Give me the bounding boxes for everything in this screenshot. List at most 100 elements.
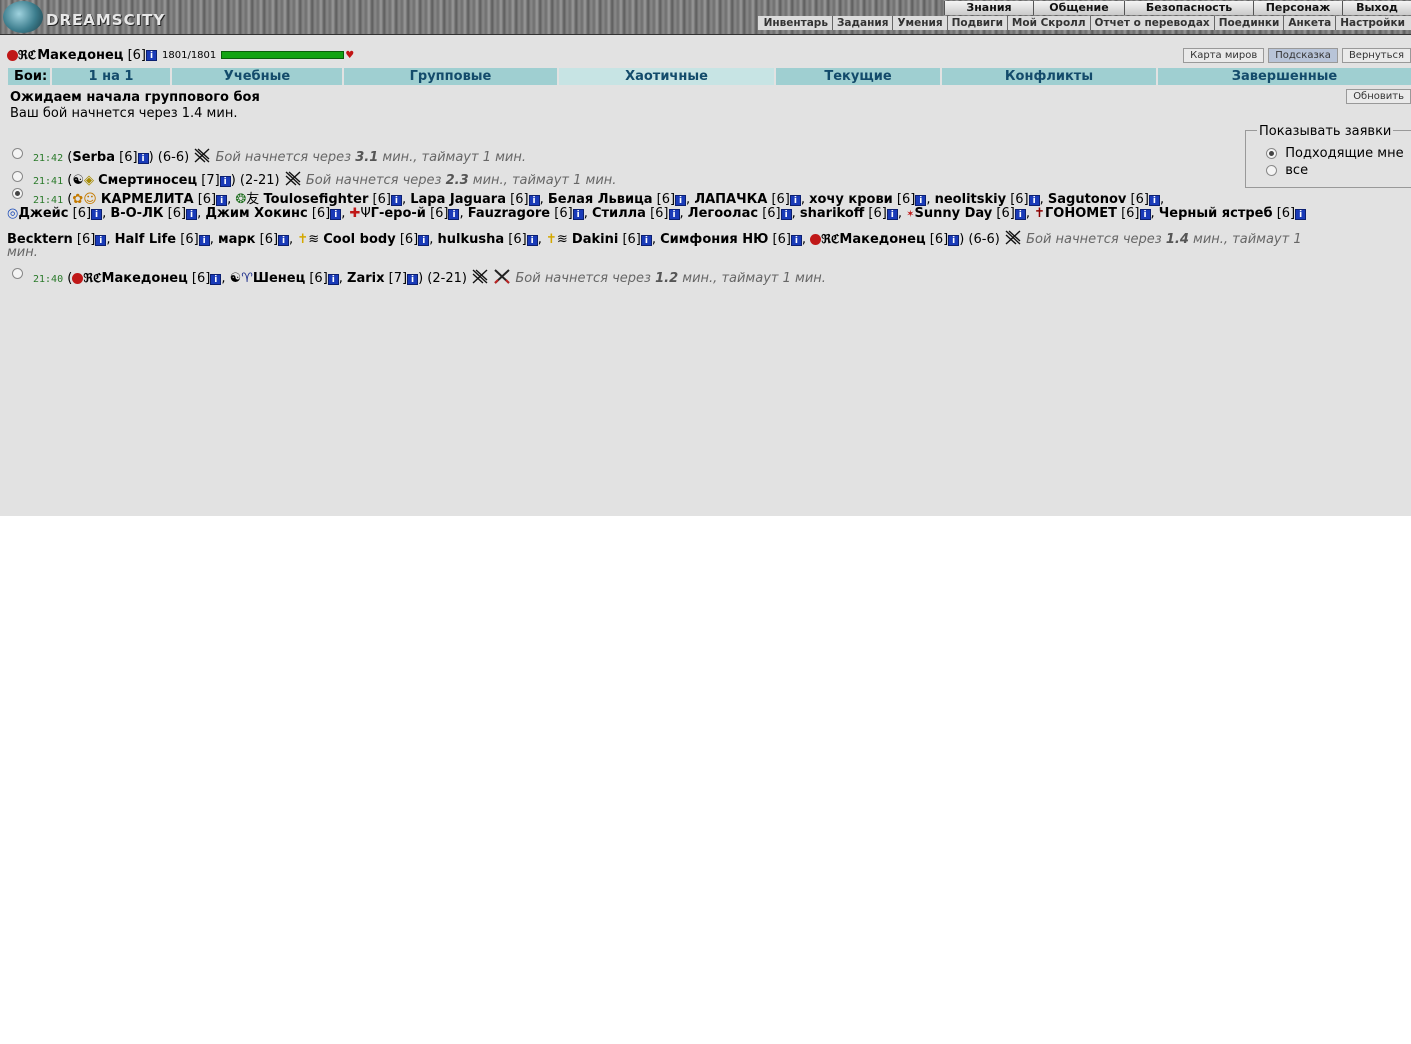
info-icon[interactable]: i [1028,195,1040,206]
info-icon[interactable]: i [210,274,222,285]
info-icon[interactable]: i [95,235,107,246]
battle-select-radio[interactable] [12,148,23,159]
player-name[interactable]: Смертиносец [98,173,197,188]
info-icon[interactable]: i [675,195,687,206]
tab-chaotic[interactable]: Хаотичные [559,68,776,85]
player-name[interactable]: Serba [72,150,115,165]
menu-character[interactable]: Персонаж [1253,1,1342,15]
info-icon[interactable]: i [640,235,652,246]
hint-button[interactable]: Подсказка [1268,48,1338,63]
info-icon[interactable]: i [146,49,157,61]
player-name[interactable]: Г-еро-й [371,206,426,221]
player-name[interactable]: Sagutonov [1048,192,1127,207]
player-name[interactable]: Легоолас [688,206,758,221]
submenu-inventory[interactable]: Инвентарь [760,16,833,30]
info-icon[interactable]: i [790,235,802,246]
player-name[interactable]: sharikoff [800,206,864,221]
player-name[interactable]: Джим Хокинс [205,206,307,221]
refresh-button[interactable]: Обновить [1346,89,1411,104]
info-icon[interactable]: i [1014,209,1026,220]
info-icon[interactable]: i [915,195,927,206]
submenu-profile[interactable]: Анкета [1284,16,1337,30]
player-name[interactable]: Toulosefighter [263,192,368,207]
player-name[interactable]: ГОНОМЕТ [1045,206,1117,221]
tab-1v1[interactable]: 1 на 1 [52,68,172,85]
player-name[interactable]: Симфония НЮ [660,232,768,247]
submenu-transfer-report[interactable]: Отчет о переводах [1091,16,1215,30]
world-map-button[interactable]: Карта миров [1183,48,1265,63]
submenu-quests[interactable]: Задания [833,16,894,30]
battle-select-radio[interactable] [12,268,23,279]
player-name[interactable]: Черный ястреб [1159,206,1273,221]
submenu-my-scroll[interactable]: Мой Скролл [1008,16,1091,30]
player-name[interactable]: Джейс [18,206,68,221]
tab-conflicts[interactable]: Конфликты [942,68,1158,85]
tab-current[interactable]: Текущие [776,68,942,85]
info-icon[interactable]: i [186,209,198,220]
player-name[interactable]: Sunny Day [915,206,993,221]
info-icon[interactable]: i [886,209,898,220]
info-icon[interactable]: i [219,176,231,187]
filter-option-all[interactable]: все [1266,163,1308,178]
info-icon[interactable]: i [418,235,430,246]
info-icon[interactable]: i [198,235,210,246]
tab-finished[interactable]: Завершенные [1158,68,1411,85]
player-name[interactable]: Македонец [839,232,925,247]
info-icon[interactable]: i [278,235,290,246]
player-name[interactable]: hulkusha [438,232,505,247]
player-name[interactable]: Шенец [253,271,305,286]
player-name[interactable]: Стилла [592,206,646,221]
player-name[interactable]: neolitskiy [935,192,1006,207]
submenu-skills[interactable]: Умения [893,16,948,30]
info-icon[interactable]: i [448,209,460,220]
tab-group[interactable]: Групповые [344,68,559,85]
player-name[interactable]: Cool body [323,232,395,247]
info-icon[interactable]: i [137,153,149,164]
info-icon[interactable]: i [526,235,538,246]
player-name[interactable]: Белая Львица [548,192,653,207]
battle-select-radio[interactable] [12,188,23,199]
player-name[interactable]: марк [218,232,256,247]
info-icon[interactable]: i [668,209,680,220]
info-icon[interactable]: i [948,235,960,246]
player-name[interactable]: КАРМЕЛИТА [101,192,194,207]
player-name[interactable]: Half Life [115,232,177,247]
menu-exit[interactable]: Выход [1342,1,1411,15]
menu-knowledge[interactable]: Знания [944,1,1033,15]
info-icon[interactable]: i [528,195,540,206]
filter-option-suitable[interactable]: Подходящие мне [1266,146,1404,161]
info-icon[interactable]: i [407,274,419,285]
info-icon[interactable]: i [330,209,342,220]
info-icon[interactable]: i [1148,195,1160,206]
info-icon[interactable]: i [572,209,584,220]
radio-all[interactable] [1266,165,1277,176]
site-logo[interactable]: DREAMSCITY [46,11,165,29]
player-name[interactable]: ЛАПАЧКА [694,192,767,207]
info-icon[interactable]: i [780,209,792,220]
player-name[interactable]: Zarix [347,271,384,286]
menu-social[interactable]: Общение [1033,1,1124,15]
info-icon[interactable]: i [390,195,402,206]
info-icon[interactable]: i [789,195,801,206]
player-name[interactable]: Lapa Jaguara [410,192,506,207]
battle-select-radio[interactable] [12,171,23,182]
menu-security[interactable]: Безопасность [1124,1,1253,15]
info-icon[interactable]: i [327,274,339,285]
submenu-achievements[interactable]: Подвиги [948,16,1008,30]
info-icon[interactable]: i [1139,209,1151,220]
info-icon[interactable]: i [1295,209,1307,220]
submenu-duels[interactable]: Поединки [1215,16,1285,30]
info-icon[interactable]: i [216,195,228,206]
submenu-settings[interactable]: Настройки [1336,16,1409,30]
player-name[interactable]: Dakini [572,232,618,247]
player-name[interactable]: Fauzragore [468,206,550,221]
player-name[interactable]: В-О-ЛК [110,206,163,221]
character-name[interactable]: Македонец [37,48,123,63]
tab-training[interactable]: Учебные [172,68,344,85]
player-name[interactable]: Македонец [102,271,188,286]
info-icon[interactable]: i [91,209,103,220]
radio-suitable[interactable] [1266,148,1277,159]
back-button[interactable]: Вернуться [1341,48,1411,63]
player-level: [6] [656,192,676,207]
player-name[interactable]: хочу крови [809,192,893,207]
